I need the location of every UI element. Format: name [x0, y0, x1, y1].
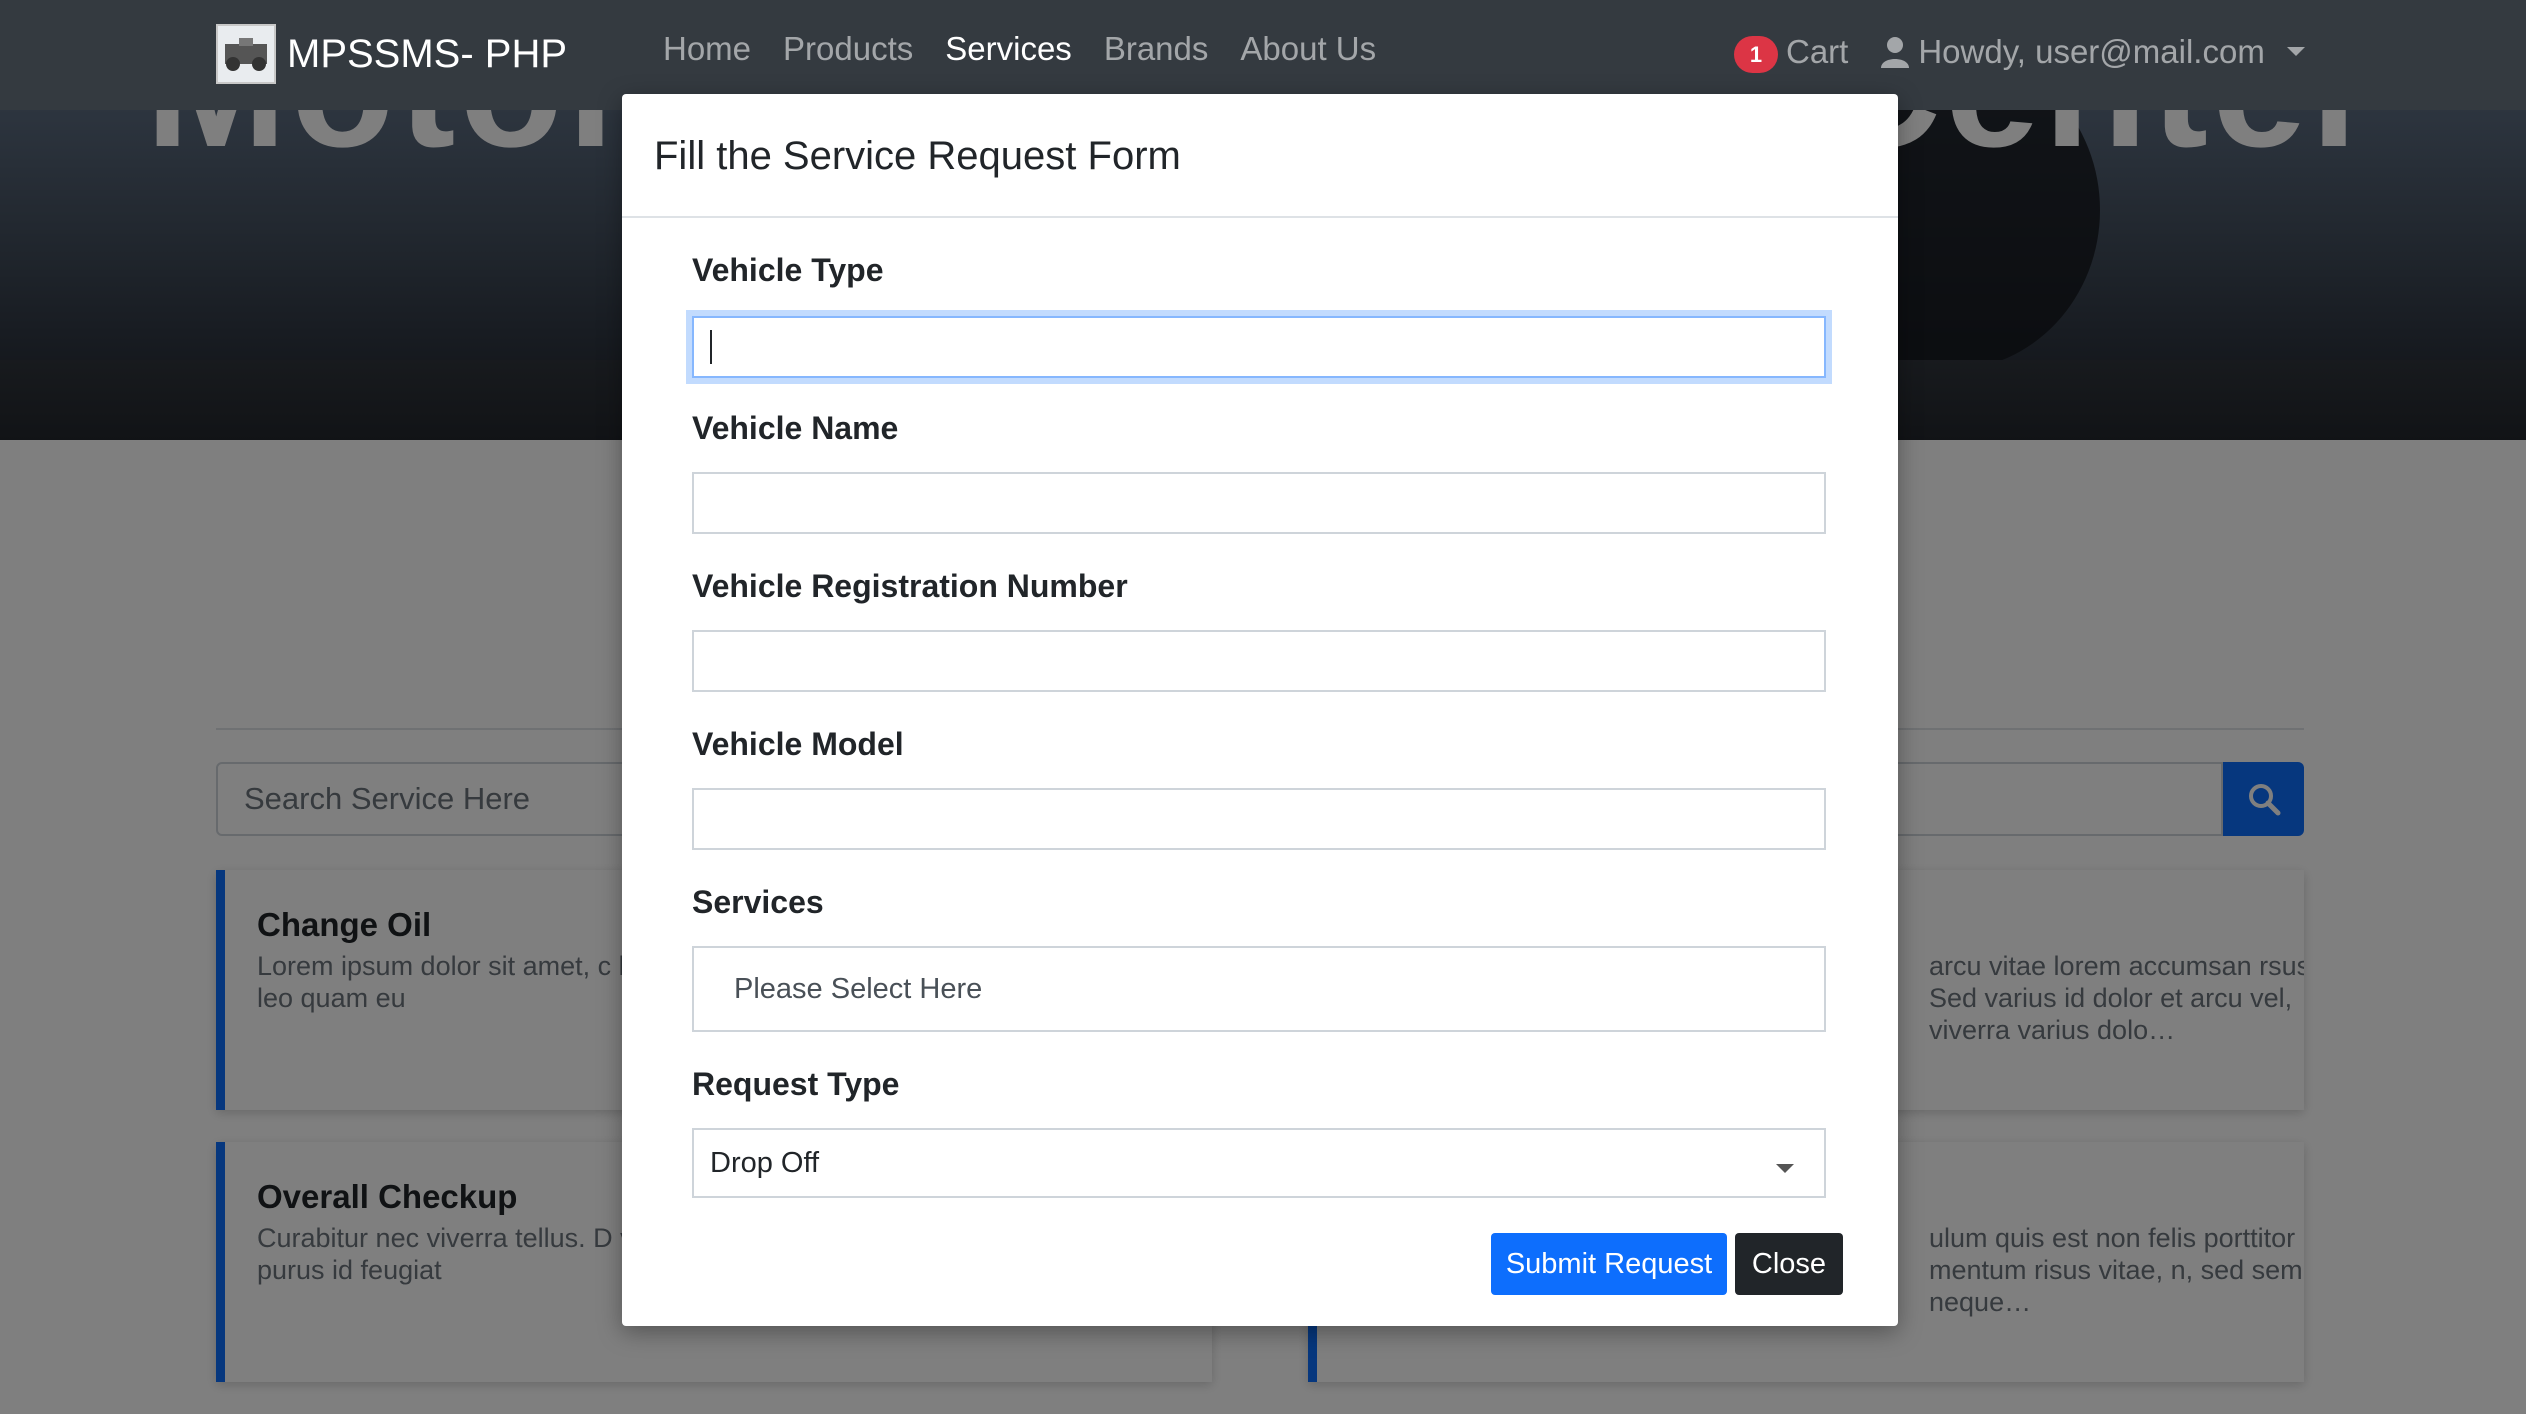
user-icon: [1881, 36, 1910, 68]
brand[interactable]: MPSSMS- PHP: [216, 24, 567, 84]
user-menu-dropdown[interactable]: Howdy, user@mail.com: [1880, 32, 2305, 71]
request-type-label: Request Type: [692, 1066, 900, 1102]
nav-link-brands[interactable]: Brands: [1104, 30, 1209, 68]
vehicle-type-label: Vehicle Type: [692, 252, 884, 288]
vehicle-name-input[interactable]: [692, 472, 1826, 534]
modal-header: Fill the Service Request Form: [622, 94, 1898, 218]
vehicle-registration-label: Vehicle Registration Number: [692, 568, 1128, 604]
nav-link-home[interactable]: Home: [663, 30, 751, 68]
chevron-down-icon: [2286, 47, 2305, 56]
request-type-select[interactable]: Drop Off: [692, 1128, 1826, 1198]
vehicle-type-input[interactable]: [692, 316, 1826, 378]
chevron-down-icon: [1776, 1163, 1794, 1173]
vehicle-name-label: Vehicle Name: [692, 410, 899, 446]
brand-logo-icon: [216, 24, 276, 84]
nav-links: Home Products Services Brands About Us: [663, 30, 1408, 68]
service-request-modal: Fill the Service Request Form Vehicle Ty…: [622, 94, 1898, 1326]
modal-title: Fill the Service Request Form: [654, 134, 1181, 178]
nav-link-products[interactable]: Products: [783, 30, 913, 68]
user-label: Howdy, user@mail.com: [1918, 32, 2265, 70]
services-label: Services: [692, 884, 824, 920]
nav-link-about-us[interactable]: About Us: [1240, 30, 1376, 68]
brand-name: MPSSMS- PHP: [287, 31, 568, 76]
services-placeholder: Please Select Here: [734, 972, 983, 1005]
vehicle-model-label: Vehicle Model: [692, 726, 904, 762]
vehicle-registration-input[interactable]: [692, 630, 1826, 692]
nav-right: 1 Cart Howdy, user@mail.com: [1734, 30, 2305, 73]
vehicle-model-input[interactable]: [692, 788, 1826, 850]
cart-link[interactable]: 1 Cart: [1734, 30, 1848, 73]
submit-request-button[interactable]: Submit Request: [1491, 1233, 1727, 1295]
cart-label: Cart: [1786, 32, 1849, 70]
close-button[interactable]: Close: [1735, 1233, 1843, 1295]
services-select[interactable]: Please Select Here: [692, 946, 1826, 1032]
nav-link-services[interactable]: Services: [945, 30, 1072, 68]
cart-count-badge: 1: [1734, 36, 1778, 73]
text-cursor: [710, 330, 712, 364]
request-type-value: Drop Off: [710, 1146, 820, 1179]
